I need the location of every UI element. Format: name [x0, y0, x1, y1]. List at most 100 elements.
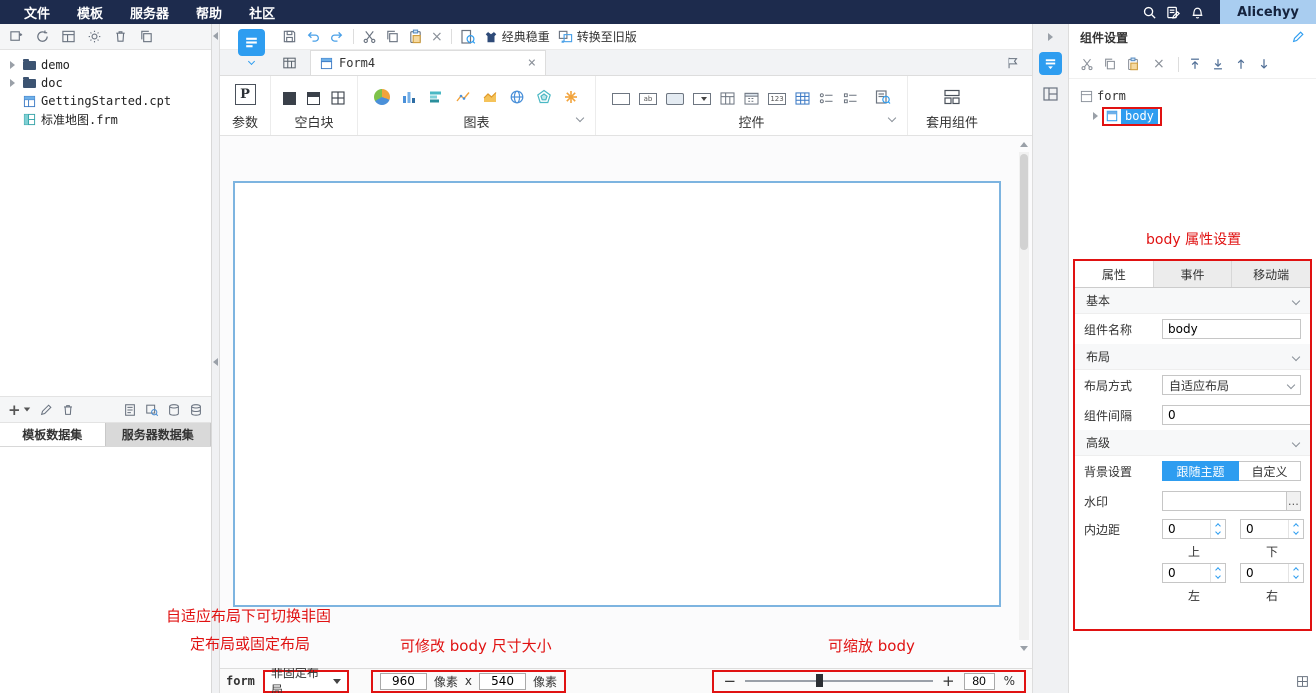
query-button-icon[interactable] — [875, 89, 891, 105]
settings-icon[interactable] — [87, 29, 102, 44]
pie-chart-icon[interactable] — [374, 88, 391, 105]
search-icon[interactable] — [1142, 5, 1157, 20]
edit-dataset-icon[interactable] — [39, 403, 53, 417]
more-chart-icon[interactable] — [563, 89, 579, 105]
delete-template-icon[interactable] — [113, 29, 128, 44]
theme-style-button[interactable]: 经典稳重 — [484, 28, 550, 45]
scroll-up-icon[interactable] — [1018, 138, 1030, 150]
canvas-vertical-scrollbar[interactable] — [1017, 138, 1031, 654]
padding-bottom-stepper[interactable] — [1240, 519, 1304, 539]
tab-mobile[interactable]: 移动端 — [1232, 261, 1311, 287]
menu-help[interactable]: 帮助 — [196, 3, 222, 22]
report-block-icon[interactable] — [795, 91, 810, 105]
collapse-left-icon[interactable] — [213, 32, 218, 40]
padding-top-input[interactable] — [1163, 520, 1210, 538]
move-up-icon[interactable] — [1234, 57, 1248, 71]
component-name-input[interactable] — [1162, 319, 1301, 339]
step-up-icon[interactable] — [1293, 567, 1299, 573]
paste-icon[interactable] — [408, 29, 423, 44]
body-width-input[interactable] — [379, 672, 427, 690]
copy-icon[interactable] — [1103, 57, 1117, 71]
move-down-icon[interactable] — [1257, 57, 1271, 71]
notification-icon[interactable] — [1190, 5, 1205, 20]
tab-server-dataset[interactable]: 服务器数据集 — [105, 423, 211, 446]
delete-component-icon[interactable]: × — [1153, 57, 1165, 71]
zoom-out-button[interactable]: − — [723, 673, 736, 689]
db-table-icon[interactable] — [167, 403, 181, 417]
menu-community[interactable]: 社区 — [249, 3, 275, 22]
step-down-icon[interactable] — [1293, 573, 1299, 579]
component-settings-toggle[interactable] — [1039, 52, 1062, 75]
checkbox-grid-icon[interactable] — [720, 91, 735, 105]
radar-chart-icon[interactable] — [536, 89, 552, 105]
padding-left-stepper[interactable] — [1162, 563, 1226, 583]
absolute-block-icon[interactable] — [283, 91, 297, 105]
chevron-down-icon[interactable] — [887, 113, 897, 122]
section-layout[interactable]: 布局 — [1075, 344, 1310, 370]
new-template-icon[interactable] — [9, 29, 24, 44]
preview-icon[interactable] — [460, 29, 476, 45]
menu-file[interactable]: 文件 — [24, 3, 50, 22]
bar-chart-icon[interactable] — [428, 89, 444, 105]
paste-icon[interactable] — [1126, 57, 1140, 71]
section-basic[interactable]: 基本 — [1075, 288, 1310, 314]
panel-corner-icon[interactable] — [1296, 675, 1309, 688]
zoom-slider[interactable] — [745, 674, 934, 687]
tree-item-doc[interactable]: doc — [0, 74, 211, 92]
tree-item-form[interactable]: form — [1080, 86, 1305, 106]
button-icon[interactable] — [666, 92, 685, 105]
chevron-down-icon[interactable] — [575, 113, 585, 122]
pin-tab-icon[interactable] — [1006, 56, 1020, 70]
chevron-right-icon[interactable] — [10, 61, 15, 69]
area-chart-icon[interactable] — [482, 89, 498, 105]
chevron-right-icon[interactable] — [10, 79, 15, 87]
textfield-icon[interactable] — [612, 92, 631, 105]
scrollbar-thumb[interactable] — [1020, 154, 1028, 250]
section-advanced[interactable]: 高级 — [1075, 430, 1310, 456]
reuse-component-icon[interactable] — [943, 89, 961, 105]
template-grid-icon[interactable] — [61, 29, 76, 44]
textarea-icon[interactable]: ab — [639, 92, 658, 105]
form-body-canvas[interactable] — [233, 181, 1001, 607]
line-chart-icon[interactable] — [455, 89, 471, 105]
bg-custom-button[interactable]: 自定义 — [1239, 461, 1301, 481]
feedback-icon[interactable] — [1166, 5, 1181, 20]
component-gap-stepper[interactable] — [1162, 405, 1310, 425]
move-top-icon[interactable] — [1188, 57, 1202, 71]
watermark-input[interactable] — [1162, 491, 1287, 511]
body-height-input[interactable] — [479, 672, 527, 690]
tab-template-dataset[interactable]: 模板数据集 — [0, 423, 106, 446]
save-icon[interactable] — [282, 29, 297, 44]
user-account[interactable]: Alicehyy — [1220, 0, 1316, 24]
checkbox-group-icon[interactable] — [843, 92, 858, 105]
padding-bottom-input[interactable] — [1241, 520, 1288, 538]
zoom-slider-handle[interactable] — [816, 674, 824, 687]
padding-left-input[interactable] — [1163, 564, 1210, 582]
step-up-icon[interactable] — [1293, 523, 1299, 529]
step-down-icon[interactable] — [1215, 529, 1221, 535]
search-dataset-icon[interactable] — [145, 403, 159, 417]
padding-right-input[interactable] — [1241, 564, 1288, 582]
layout-mode-select[interactable]: 自适应布局 — [1162, 375, 1301, 395]
menu-template[interactable]: 模板 — [77, 3, 103, 22]
collapse-right-icon[interactable] — [1048, 33, 1053, 41]
step-down-icon[interactable] — [1215, 573, 1221, 579]
refresh-icon[interactable] — [35, 29, 50, 44]
padding-top-stepper[interactable] — [1162, 519, 1226, 539]
radio-group-icon[interactable] — [819, 92, 834, 105]
step-up-icon[interactable] — [1215, 523, 1221, 529]
close-tab-icon[interactable]: × — [528, 56, 536, 70]
layout-mode-dropdown[interactable]: 非固定布局 — [262, 666, 349, 693]
cut-icon[interactable] — [1080, 57, 1094, 71]
component-gap-input[interactable] — [1163, 406, 1310, 424]
tab-block-icon[interactable] — [331, 90, 345, 105]
datepicker-icon[interactable] — [744, 92, 759, 105]
step-up-icon[interactable] — [1215, 567, 1221, 573]
move-bottom-icon[interactable] — [1211, 57, 1225, 71]
tree-item-body[interactable]: body — [1080, 106, 1305, 126]
convert-old-button[interactable]: 转换至旧版 — [558, 28, 637, 45]
edit-pencil-icon[interactable] — [1291, 30, 1305, 44]
title-block-icon[interactable] — [307, 91, 321, 105]
cut-icon[interactable] — [362, 29, 377, 44]
tree-item-demo[interactable]: demo — [0, 56, 211, 74]
